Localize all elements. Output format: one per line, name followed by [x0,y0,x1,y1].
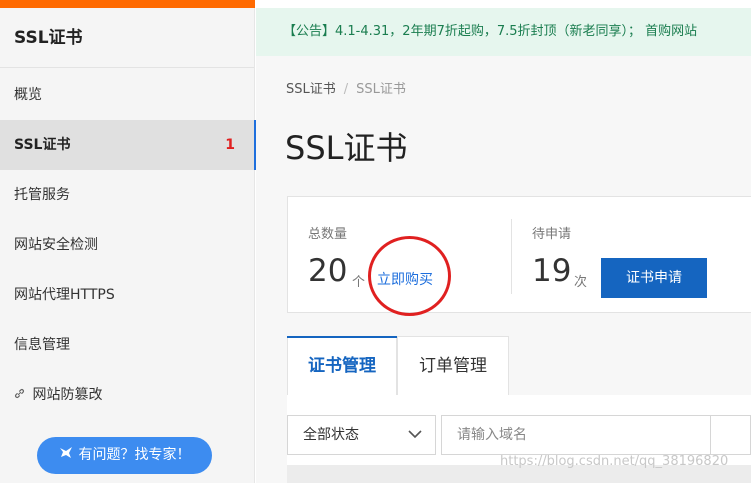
total-label: 总数量 [308,227,348,242]
breadcrumb-item[interactable]: SSL证书 [286,82,336,97]
tab-certificate-management[interactable]: 证书管理 [287,336,397,395]
announcement-banner[interactable]: 【公告】4.1-4.31，2年期7折起购，7.5折封顶（新老同享）； 首购网站 [256,8,751,56]
annotation-circle [368,236,451,316]
brand-bar [0,0,255,8]
domain-search-input[interactable] [441,415,711,455]
sidebar-item-info[interactable]: 信息管理 [0,320,255,370]
sidebar-item-label: 托管服务 [14,187,70,203]
tab-order-management[interactable]: 订单管理 [397,336,509,395]
top-strip [0,0,751,8]
sidebar-item-ssl[interactable]: SSL证书 1 [0,120,256,170]
sidebar-item-label: SSL证书 [14,137,71,153]
pending-label: 待申请 [532,227,572,242]
bird-icon [59,437,73,474]
sidebar-item-https-proxy[interactable]: 网站代理HTTPS [0,270,255,320]
page-title: SSL证书 [285,129,408,167]
breadcrumb-separator: / [343,82,349,97]
filter-extra-field[interactable] [711,415,751,455]
watermark: https://blog.csdn.net/qq_38196820 [500,454,729,469]
sidebar-item-label: 信息管理 [14,337,70,353]
sidebar-item-hosting[interactable]: 托管服务 [0,170,255,220]
breadcrumb: SSL证书 / SSL证书 [286,78,406,97]
sidebar-item-label: 网站安全检测 [14,237,98,253]
sidebar: SSL证书 概览 SSL证书 1 托管服务 网站安全检测 网站代理HTTPS 信… [0,8,256,483]
external-link-icon [14,388,29,402]
breadcrumb-current: SSL证书 [356,82,406,97]
sidebar-item-label: 网站代理HTTPS [14,287,115,303]
ask-expert-label: 有问题？找专家！ [78,447,191,463]
pending-unit: 次 [574,275,588,290]
pending-value: 19 [532,253,572,289]
sidebar-item-security-scan[interactable]: 网站安全检测 [0,220,255,270]
ask-expert-button[interactable]: 有问题？找专家！ [37,437,212,474]
apply-certificate-button[interactable]: 证书申请 [601,258,707,298]
total-value: 20 [308,253,348,289]
chevron-down-icon [408,430,422,439]
status-select[interactable]: 全部状态 [287,415,436,455]
stats-divider [511,219,512,294]
count-badge: 1 [225,137,235,153]
sidebar-item-label: 网站防篡改 [32,387,103,403]
total-unit: 个 [352,275,366,290]
stats-card: 总数量 20 个 立即购买 待申请 19 次 证书申请 [287,196,751,316]
status-select-value: 全部状态 [303,427,359,443]
main-content: 【公告】4.1-4.31，2年期7折起购，7.5折封顶（新老同享）； 首购网站 … [256,8,751,483]
sidebar-item-tamper-protection[interactable]: 网站防篡改 [0,370,255,420]
sidebar-title: SSL证书 [0,8,254,68]
sidebar-item-label: 概览 [14,87,42,103]
sidebar-item-overview[interactable]: 概览 [0,70,255,120]
